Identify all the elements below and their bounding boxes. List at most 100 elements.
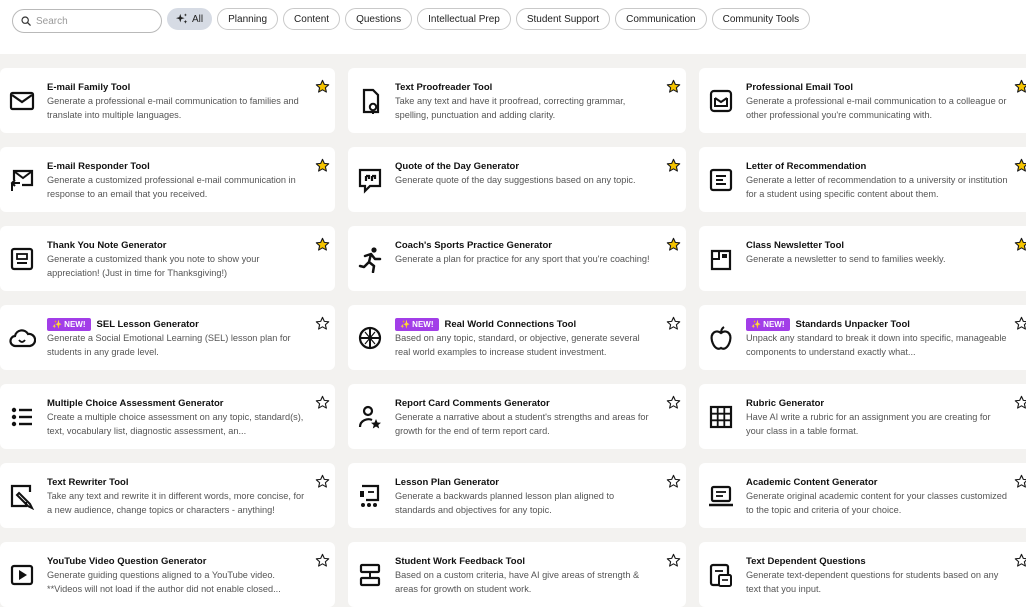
filter-chip-label: Questions: [356, 13, 402, 25]
filter-chip-label: Community Tools: [722, 13, 800, 25]
tool-title-row: Professional Email Tool: [746, 81, 1008, 94]
star-outline-icon[interactable]: [1014, 474, 1026, 489]
tool-title: Text Dependent Questions: [746, 556, 866, 567]
tool-card[interactable]: Academic Content Generator Generate origi…: [699, 463, 1026, 528]
filter-chip-all[interactable]: All: [167, 8, 213, 30]
star-outline-icon[interactable]: [1014, 316, 1026, 331]
tool-card[interactable]: Thank You Note Generator Generate a custo…: [0, 226, 335, 291]
tool-card[interactable]: Text Proofreader Tool Take any text and h…: [348, 68, 686, 133]
tool-card[interactable]: ✨ NEW! SEL Lesson Generator Generate a Soc…: [0, 305, 335, 370]
star-outline-icon[interactable]: [315, 474, 330, 489]
tool-icon-wrap: [7, 323, 37, 353]
filter-chip-communication[interactable]: Communication: [615, 8, 707, 30]
tool-title-row: Report Card Comments Generator: [395, 397, 657, 410]
tool-card[interactable]: ✨ NEW! Real World Connections Tool Based o…: [348, 305, 686, 370]
tool-card[interactable]: E-mail Responder Tool Generate a customiz…: [0, 147, 335, 212]
tool-text: ✨ NEW! Real World Connections Tool Based o…: [395, 318, 657, 359]
globe-icon: [358, 326, 382, 350]
filter-chip-label: Intellectual Prep: [428, 13, 500, 25]
star-outline-icon[interactable]: [666, 474, 681, 489]
tool-text: Class Newsletter Tool Generate a newslett…: [746, 239, 1008, 267]
tool-card[interactable]: Letter of Recommendation Generate a lette…: [699, 147, 1026, 212]
tool-card[interactable]: Text Rewriter Tool Take any text and rewr…: [0, 463, 335, 528]
tool-card[interactable]: Professional Email Tool Generate a profes…: [699, 68, 1026, 133]
star-filled-icon[interactable]: [666, 237, 681, 252]
tool-description: Generate a customized thank you note to …: [47, 254, 260, 278]
star-outline-icon[interactable]: [1014, 553, 1026, 568]
tool-title-row: ✨ NEW! SEL Lesson Generator: [47, 318, 309, 331]
star-filled-icon[interactable]: [666, 79, 681, 94]
tool-description: Generate a Social Emotional Learning (SE…: [47, 333, 291, 357]
filter-chip-intellectual-prep[interactable]: Intellectual Prep: [417, 8, 511, 30]
star-filled-icon[interactable]: [666, 158, 681, 173]
tool-card[interactable]: Lesson Plan Generator Generate a backward…: [348, 463, 686, 528]
tool-title-row: Letter of Recommendation: [746, 160, 1008, 173]
tool-card[interactable]: Quote of the Day Generator Generate quote…: [348, 147, 686, 212]
new-badge: ✨ NEW!: [395, 318, 439, 331]
tool-card[interactable]: E-mail Family Tool Generate a professiona…: [0, 68, 335, 133]
tool-card[interactable]: Coach's Sports Practice Generator Generat…: [348, 226, 686, 291]
tool-text: Professional Email Tool Generate a profes…: [746, 81, 1008, 122]
tool-title: E-mail Responder Tool: [47, 161, 150, 172]
tool-description: Take any text and have it proofread, cor…: [395, 96, 626, 120]
tool-text: E-mail Responder Tool Generate a customiz…: [47, 160, 309, 201]
tool-title-row: Quote of the Day Generator: [395, 160, 657, 173]
tool-description: Generate a professional e-mail communica…: [47, 96, 299, 120]
star-outline-icon[interactable]: [666, 395, 681, 410]
tool-description: Generate quote of the day suggestions ba…: [395, 175, 636, 185]
tool-card[interactable]: Student Work Feedback Tool Based on a cus…: [348, 542, 686, 607]
filter-chip-label: Communication: [626, 13, 696, 25]
tool-grid: E-mail Family Tool Generate a professiona…: [0, 68, 1026, 607]
tool-title: Standards Unpacker Tool: [795, 319, 910, 330]
filter-chip-questions[interactable]: Questions: [345, 8, 413, 30]
tool-title: Letter of Recommendation: [746, 161, 867, 172]
tool-icon-wrap: [706, 323, 736, 353]
filter-chip-planning[interactable]: Planning: [217, 8, 279, 30]
tool-title: Lesson Plan Generator: [395, 477, 500, 488]
tool-card[interactable]: YouTube Video Question Generator Generate…: [0, 542, 335, 607]
tool-description: Based on a custom criteria, have AI give…: [395, 570, 640, 594]
star-outline-icon[interactable]: [1014, 395, 1026, 410]
category-filters: All Planning Content Questions Intellectual …: [167, 8, 811, 30]
star-filled-icon[interactable]: [1014, 237, 1026, 252]
star-filled-icon[interactable]: [315, 79, 330, 94]
laptop-icon: [709, 485, 733, 507]
tool-title-row: E-mail Responder Tool: [47, 160, 309, 173]
tool-icon-wrap: [706, 165, 736, 195]
tool-title: Professional Email Tool: [746, 82, 853, 93]
search-box[interactable]: [12, 9, 162, 33]
tool-card[interactable]: Class Newsletter Tool Generate a newslett…: [699, 226, 1026, 291]
filter-chip-community-tools[interactable]: Community Tools: [711, 8, 811, 30]
star-outline-icon[interactable]: [666, 553, 681, 568]
star-outline-icon[interactable]: [315, 395, 330, 410]
star-filled-icon[interactable]: [315, 237, 330, 252]
star-filled-icon[interactable]: [1014, 79, 1026, 94]
filter-chip-content[interactable]: Content: [283, 8, 341, 30]
search-input[interactable]: [36, 15, 146, 27]
sparkle-icon: [176, 13, 188, 24]
tool-title-row: ✨ NEW! Real World Connections Tool: [395, 318, 657, 331]
star-filled-icon[interactable]: [315, 158, 330, 173]
tool-title: Rubric Generator: [746, 398, 825, 409]
tool-description: Generate a professional e-mail communica…: [746, 96, 1007, 120]
tool-title: Academic Content Generator: [746, 477, 878, 488]
star-outline-icon[interactable]: [666, 316, 681, 331]
filter-bar: All Planning Content Questions Intellectual …: [0, 0, 1026, 54]
tool-card[interactable]: Multiple Choice Assessment Generator Crea…: [0, 384, 335, 449]
tool-card[interactable]: Rubric Generator Have AI write a rubric f…: [699, 384, 1026, 449]
tool-text: Report Card Comments Generator Generate a…: [395, 397, 657, 438]
tool-card[interactable]: Report Card Comments Generator Generate a…: [348, 384, 686, 449]
tool-card[interactable]: Text Dependent Questions Generate text-de…: [699, 542, 1026, 607]
filter-chip-student-support[interactable]: Student Support: [515, 8, 611, 30]
tool-title: Multiple Choice Assessment Generator: [47, 398, 224, 409]
star-outline-icon[interactable]: [315, 316, 330, 331]
star-filled-icon[interactable]: [1014, 158, 1026, 173]
user-star-icon: [358, 405, 381, 429]
tool-description: Create a multiple choice assessment on a…: [47, 412, 304, 436]
new-badge: ✨ NEW!: [47, 318, 91, 331]
star-outline-icon[interactable]: [315, 553, 330, 568]
tool-card[interactable]: ✨ NEW! Standards Unpacker Tool Unpack any …: [699, 305, 1026, 370]
tool-text: YouTube Video Question Generator Generate…: [47, 555, 309, 596]
cloud-smile-icon: [9, 329, 36, 348]
tool-text: ✨ NEW! Standards Unpacker Tool Unpack any …: [746, 318, 1008, 359]
